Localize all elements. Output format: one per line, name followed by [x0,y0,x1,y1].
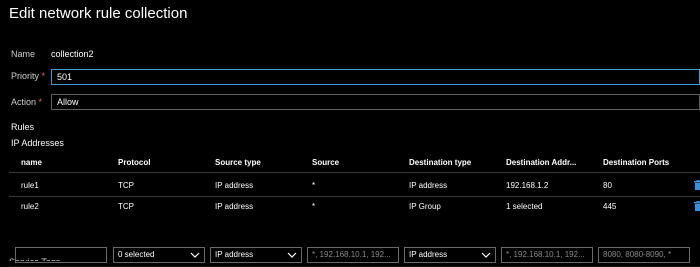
name-value: collection2 [51,49,94,59]
chevron-down-icon [481,252,491,258]
rule-source-cell: * [312,181,316,190]
header-divider [9,172,700,173]
rule-name-cell: rule1 [21,181,39,190]
rule-protocol-cell: TCP [118,202,134,211]
chevron-down-icon [190,252,200,258]
source-type-select-value: IP address [215,250,254,259]
rule-source-cell: * [312,202,316,211]
priority-input-value: 501 [57,72,73,82]
column-header-destination-address: Destination Addr... [506,158,577,167]
rule-source-type-cell: IP address [215,202,254,211]
destination-type-select-value: IP address [409,250,448,259]
column-header-protocol: Protocol [118,158,151,167]
priority-label-text: Priority [11,71,40,81]
page-title: Edit network rule collection [9,5,188,22]
action-label: Action * [11,97,42,107]
rule-destination-type-cell: IP Group [409,202,441,211]
action-select-value: Allow [57,97,79,107]
rule-destination-ports-cell: 80 [603,181,612,190]
column-header-destination-type: Destination type [409,158,472,167]
chevron-down-icon [287,252,297,258]
rule-destination-ports-cell: 445 [603,202,617,211]
row-divider [9,196,700,197]
rule-name-cell: rule2 [21,202,39,211]
required-marker: * [41,71,46,81]
column-header-name: name [21,158,42,167]
column-header-source: Source [312,158,340,167]
name-label: Name [11,49,36,59]
column-header-source-type: Source type [215,158,261,167]
rule-protocol-cell: TCP [118,181,134,190]
priority-input[interactable]: 501 [51,69,700,85]
action-select[interactable]: Allow [51,94,700,110]
protocol-select-value: 0 selected [118,250,155,259]
priority-label: Priority * [11,71,45,81]
column-header-destination-ports: Destination Ports [603,158,670,167]
service-tags-label: Service Tags [9,257,60,261]
trash-icon[interactable] [694,201,700,211]
ip-addresses-label: IP Addresses [11,138,64,148]
rule-destination-address-cell: 1 selected [506,202,543,211]
action-label-text: Action [11,97,37,107]
rule-destination-address-cell: 192.168.1.2 [506,181,549,190]
rule-destination-type-cell: IP address [409,181,448,190]
rules-section-label: Rules [11,122,35,132]
trash-icon[interactable] [694,180,700,190]
required-marker: * [38,97,43,107]
rule-source-type-cell: IP address [215,181,254,190]
